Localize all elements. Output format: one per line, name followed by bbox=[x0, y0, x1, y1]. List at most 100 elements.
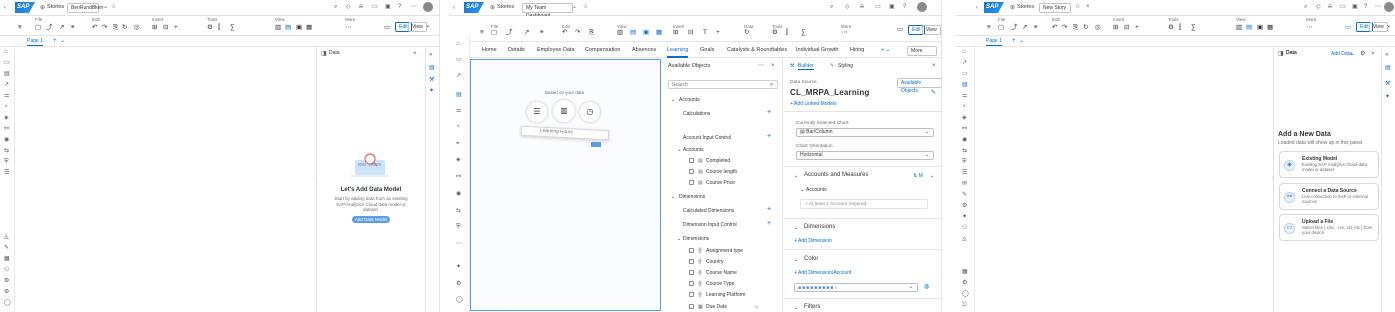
mail-icon[interactable]: ✉ bbox=[962, 181, 967, 187]
wand-icon[interactable]: ✦ bbox=[1385, 94, 1390, 100]
wand-nav-icon[interactable]: ✦ bbox=[456, 264, 461, 270]
wand-icon[interactable]: ✦ bbox=[429, 88, 434, 94]
drop-target[interactable] bbox=[591, 142, 601, 147]
refresh-icon[interactable]: ↻ bbox=[122, 24, 127, 32]
modeler-icon[interactable]: ⚌ bbox=[962, 93, 967, 99]
tools-icon[interactable]: ⚙ bbox=[1168, 24, 1174, 32]
avatar[interactable] bbox=[423, 2, 433, 12]
chevron-down-icon[interactable]: ⌄ bbox=[800, 187, 804, 193]
notes-icon[interactable]: ▭ bbox=[1340, 4, 1346, 10]
calculations-item[interactable]: Calculations bbox=[683, 111, 710, 117]
chevron-down-icon[interactable]: ⌄ bbox=[671, 194, 675, 200]
save-icon[interactable]: ▢ bbox=[491, 29, 497, 37]
export-icon[interactable]: ↗ bbox=[524, 29, 529, 37]
add-page-icon[interactable]: + bbox=[1012, 38, 1016, 44]
chevron-down-icon[interactable]: ⌄ bbox=[425, 22, 430, 30]
analytics-icon[interactable]: ↗ bbox=[4, 82, 9, 88]
chevron-down-icon[interactable]: ⌄ bbox=[1019, 38, 1024, 44]
add-dimension-link[interactable]: + Add Dimension bbox=[794, 238, 832, 244]
data-icon[interactable]: ◈ bbox=[456, 157, 461, 163]
help-icon[interactable]: ? bbox=[903, 4, 906, 10]
bell-icon[interactable]: ⍾ bbox=[359, 4, 363, 10]
feedback-side-icon[interactable]: ✎ bbox=[962, 192, 967, 198]
more-icon[interactable]: ⋯ bbox=[758, 63, 764, 69]
story-name-dropdown[interactable]: BenRundBken bbox=[67, 3, 103, 13]
tab-goals[interactable]: Goals bbox=[700, 47, 714, 53]
dimension-item[interactable]: Assignment type bbox=[706, 248, 743, 254]
accounts-subgroup[interactable]: Accounts bbox=[683, 147, 704, 153]
edit-icon[interactable]: ✎ bbox=[931, 90, 936, 96]
stories-nav-icon[interactable]: ▤ bbox=[962, 82, 968, 88]
tab-hiring[interactable]: Hiring bbox=[850, 47, 864, 53]
share-icon[interactable]: ⤴ bbox=[46, 24, 53, 32]
copy-icon[interactable]: ⎘ bbox=[589, 29, 594, 37]
view-panel-icon[interactable]: ▤ bbox=[630, 29, 636, 37]
files-icon[interactable]: ▭ bbox=[456, 57, 462, 63]
insert-table-icon[interactable]: ⊟ bbox=[688, 29, 693, 37]
add-calc-dimension-icon[interactable]: + bbox=[767, 206, 771, 213]
share-icon[interactable]: ⤴ bbox=[506, 29, 513, 37]
checkbox-course-length[interactable] bbox=[689, 169, 694, 174]
export-icon[interactable]: ↗ bbox=[59, 24, 64, 32]
smart-icon[interactable]: ◉ bbox=[4, 137, 9, 143]
more-toolbar-icon[interactable]: ⋯ bbox=[345, 24, 352, 32]
dimension-item[interactable]: Learning Platform bbox=[706, 292, 745, 298]
dimensions-group-header[interactable]: Dimensions bbox=[679, 194, 705, 200]
list-icon[interactable]: ☰ bbox=[4, 170, 9, 176]
feedback-icon[interactable]: ▣ bbox=[889, 4, 895, 10]
view-grid-icon[interactable]: ▥ bbox=[617, 29, 623, 37]
view-grid-icon[interactable]: ▥ bbox=[275, 24, 281, 32]
dimensions-header[interactable]: Dimensions bbox=[804, 224, 835, 230]
view-button[interactable]: View bbox=[922, 25, 941, 35]
feedback-icon[interactable]: ▣ bbox=[385, 4, 391, 10]
refresh-icon[interactable]: ↻ bbox=[1083, 24, 1088, 32]
tab-details[interactable]: Details bbox=[508, 47, 525, 53]
view-button[interactable]: View bbox=[1369, 22, 1388, 32]
tab-employee-data[interactable]: Employee Data bbox=[537, 47, 575, 53]
comment-icon[interactable]: ▭ bbox=[384, 24, 390, 32]
calc-icon[interactable]: ∑ bbox=[1191, 24, 1196, 32]
pin-icon[interactable]: ◇ bbox=[346, 4, 351, 10]
chart-type-column[interactable]: ▥ bbox=[553, 100, 575, 122]
settings-icon[interactable]: ⚙ bbox=[1360, 51, 1365, 57]
more-icon[interactable]: ⋯ bbox=[1375, 4, 1381, 10]
sap-logo[interactable]: SAP bbox=[984, 2, 1004, 13]
designer-icon[interactable]: ▤ bbox=[429, 65, 435, 71]
add-tab-icon[interactable]: + ⌄ bbox=[881, 47, 890, 53]
menu-icon[interactable]: ≡ bbox=[987, 24, 991, 32]
connections-icon[interactable]: ⚯ bbox=[962, 126, 967, 132]
color-header[interactable]: Color bbox=[804, 256, 818, 262]
user-icon[interactable]: ⚇ bbox=[962, 225, 967, 231]
settings-icon[interactable]: ⚙ bbox=[456, 281, 461, 287]
chevron-down-icon[interactable]: ⌄ bbox=[677, 236, 681, 242]
system-icon[interactable]: ⚙ bbox=[4, 278, 9, 284]
undo-icon[interactable]: ↶ bbox=[1052, 24, 1057, 32]
link-icon[interactable]: ⚭ bbox=[539, 29, 544, 37]
palette-edit-icon[interactable]: ◍ bbox=[924, 284, 929, 290]
more-toolbar-icon[interactable]: ⋯ bbox=[1306, 24, 1313, 32]
search-icon[interactable]: ⌕ bbox=[1304, 4, 1307, 10]
back-icon[interactable]: ‹ bbox=[453, 5, 455, 11]
more-nav-icon[interactable]: ⋯ bbox=[456, 241, 462, 247]
feedback-side-icon[interactable]: ✎ bbox=[4, 245, 9, 251]
dimensions-subgroup[interactable]: Dimensions bbox=[683, 236, 709, 242]
view-panel-icon[interactable]: ▤ bbox=[285, 24, 291, 32]
checkbox-dimension[interactable] bbox=[689, 292, 694, 297]
help-side-icon[interactable]: ◯ bbox=[4, 300, 11, 306]
add-data-model-button[interactable]: Add Data Model bbox=[352, 216, 390, 223]
settings-icon[interactable]: ⚙ bbox=[962, 203, 967, 209]
data-icon[interactable]: ◈ bbox=[962, 115, 967, 121]
security-icon[interactable]: ⛨ bbox=[456, 224, 461, 230]
tools-icon[interactable]: ⚙ bbox=[772, 29, 778, 37]
calculated-dimensions-item[interactable]: Calculated Dimensions bbox=[683, 208, 734, 214]
chart-type-bar[interactable]: ☰ bbox=[527, 102, 547, 122]
redo-icon[interactable]: ↷ bbox=[102, 24, 107, 32]
add-account-input-icon[interactable]: + bbox=[767, 133, 771, 140]
home-icon[interactable]: ⌂ bbox=[962, 49, 966, 55]
transport-icon[interactable]: ⇆ bbox=[456, 208, 461, 214]
tab-compensation[interactable]: Compensation bbox=[585, 47, 620, 53]
existing-model-card[interactable]: ◈ Existing Model Existing SAP Analytics … bbox=[1279, 151, 1379, 178]
connect-data-source-card[interactable]: ⚯ Connect a Data Source Live connection … bbox=[1279, 183, 1379, 210]
close-icon[interactable]: × bbox=[932, 63, 936, 69]
chevron-down-icon[interactable]: ⌄ bbox=[572, 4, 577, 10]
